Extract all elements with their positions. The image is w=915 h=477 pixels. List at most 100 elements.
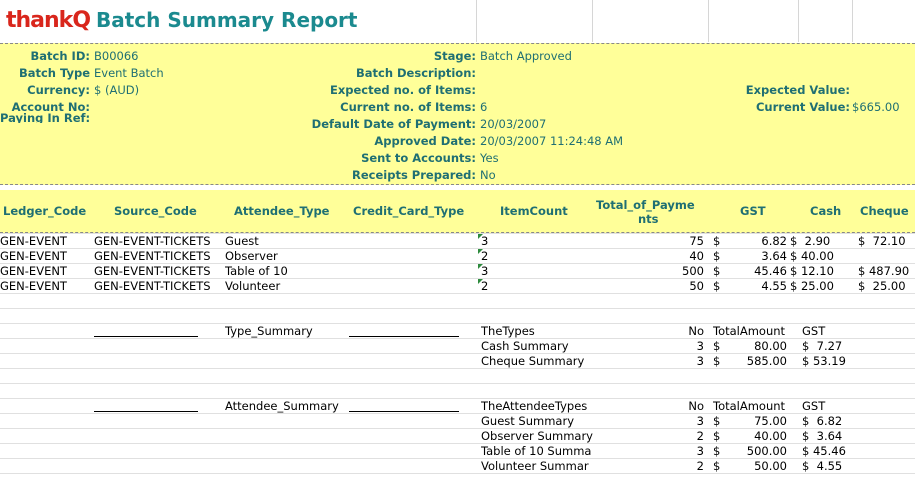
cell-item-count: 3 [481, 264, 489, 278]
summary-row-name: Volunteer Summar [481, 459, 589, 473]
batch-field-label: Current no. of Items: [340, 100, 476, 114]
batch-field-value: 20/03/2007 [480, 117, 547, 131]
cell-ledger-code: GEN-EVENT [0, 249, 67, 263]
batch-field-value: $665.00 [852, 100, 900, 114]
cell-attendee-type: Guest [225, 234, 259, 248]
batch-field-label: Currency: [27, 83, 90, 97]
cell-ledger-code: GEN-EVENT [0, 264, 67, 278]
col-cheque: Cheque [860, 204, 909, 218]
grid-line [708, 0, 709, 42]
cell-total: 50 [689, 279, 704, 293]
col-item-count: ItemCount [500, 204, 568, 218]
col-attendee-type: Attendee_Type [234, 204, 330, 218]
report-title: Batch Summary Report [96, 8, 358, 32]
cell-gst-symbol: $ [713, 264, 721, 278]
grid-line [798, 0, 799, 42]
batch-field-value: Event Batch [94, 66, 164, 80]
cell-cheque: $ 487.90 [858, 264, 910, 278]
summary-row-gst: $ 4.55 [802, 459, 843, 473]
summary-label: Type_Summary [225, 324, 313, 338]
summary-row-no: 2 [696, 459, 704, 473]
cell-cash: $ 2.90 [790, 234, 831, 248]
batch-field-label: Batch Description: [355, 66, 476, 80]
summary-row-gst: $ 7.27 [802, 339, 843, 353]
batch-field-label: Current Value: [755, 100, 850, 114]
summary-header-gst: GST [802, 399, 826, 413]
col-ledger-code: Ledger_Code [3, 204, 87, 218]
summary-label: Attendee_Summary [225, 399, 339, 413]
summary-row-no: 3 [696, 444, 704, 458]
summary-row-no: 3 [696, 339, 704, 353]
cell-source-code: GEN-EVENT-TICKETS [94, 264, 211, 278]
summary-row-no: 2 [696, 429, 704, 443]
cell-item-count: 3 [481, 234, 489, 248]
thankq-logo: thankQ [6, 8, 91, 33]
summary-row-name: Cheque Summary [481, 354, 585, 368]
summary-row-symbol: $ [713, 354, 721, 368]
summary-header-no: No [688, 399, 704, 413]
summary-row-symbol: $ [713, 459, 721, 473]
column-header-row: Ledger_Code Source_Code Attendee_Type Cr… [0, 190, 915, 233]
cell-gst: 3.64 [761, 249, 787, 263]
summary-row-gst: $ 45.46 [802, 444, 846, 458]
cell-cash: $ 40.00 [790, 249, 834, 263]
cell-attendee-type: Volunteer [225, 279, 281, 293]
cell-source-code: GEN-EVENT-TICKETS [94, 249, 211, 263]
batch-field-value: Batch Approved [480, 49, 572, 63]
cell-total: 75 [689, 234, 704, 248]
cell-attendee-type: Observer [225, 249, 278, 263]
cell-ledger-code: GEN-EVENT [0, 279, 67, 293]
grid-line [592, 0, 593, 42]
cell-gst-symbol: $ [713, 249, 721, 263]
cell-cheque: $ 25.00 [858, 279, 906, 293]
grid-line [476, 0, 477, 42]
cell-source-code: GEN-EVENT-TICKETS [94, 234, 211, 248]
divider [0, 184, 915, 185]
summary-row-name: Table of 10 Summa [481, 444, 592, 458]
cell-gst: 4.55 [761, 279, 787, 293]
cell-gst: 45.46 [754, 264, 787, 278]
summary-header-gst: GST [802, 324, 826, 338]
summary-row-name: Cash Summary [481, 339, 569, 353]
batch-field-label: Batch Type [18, 66, 90, 80]
batch-field-label: Paying In Ref: [0, 113, 90, 123]
batch-field-label: Expected no. of Items: [329, 83, 476, 97]
summary-header-amount: TotalAmount [713, 399, 786, 413]
batch-field-label: Expected Value: [745, 83, 850, 97]
batch-field-value: 6 [480, 100, 488, 114]
cell-cash: $ 12.10 [790, 264, 834, 278]
summary-row-gst: $ 6.82 [802, 414, 843, 428]
summary-row-symbol: $ [713, 339, 721, 353]
cell-gst: 6.82 [761, 234, 787, 248]
batch-field-label: Receipts Prepared: [352, 168, 476, 182]
cell-total: 40 [689, 249, 704, 263]
batch-field-value: Yes [480, 151, 499, 165]
summary-row-amount: 40.00 [754, 429, 787, 443]
grid-line [852, 0, 853, 42]
batch-field-label: Approved Date: [374, 134, 476, 148]
summary-row-symbol: $ [713, 414, 721, 428]
summary-row-amount: 50.00 [754, 459, 787, 473]
col-credit-card-type: Credit_Card_Type [353, 204, 465, 218]
cell-gst-symbol: $ [713, 234, 721, 248]
summary-row-symbol: $ [713, 444, 721, 458]
cell-source-code: GEN-EVENT-TICKETS [94, 279, 211, 293]
cell-total: 500 [682, 264, 704, 278]
col-total-line2: nts [638, 212, 659, 226]
summary-header-types: TheAttendeeTypes [481, 399, 588, 413]
summary-header-types: TheTypes [481, 324, 535, 338]
col-cash: Cash [810, 204, 842, 218]
summary-row-amount: 500.00 [746, 444, 787, 458]
underline [349, 336, 459, 337]
row-divider [0, 308, 915, 309]
summary-row-amount: 75.00 [754, 414, 787, 428]
data-grid: GEN-EVENT GEN-EVENT-TICKETS Guest 3 75 $6.82 $… [0, 233, 915, 477]
col-gst: GST [740, 204, 766, 218]
underline [349, 411, 459, 412]
summary-row-gst: $ 3.64 [802, 429, 843, 443]
summary-row-amount: 80.00 [754, 339, 787, 353]
batch-field-value: 20/03/2007 11:24:48 AM [480, 134, 624, 148]
cell-gst-symbol: $ [713, 279, 721, 293]
batch-field-label: Default Date of Payment: [311, 117, 476, 131]
summary-header-amount: TotalAmount [713, 324, 786, 338]
